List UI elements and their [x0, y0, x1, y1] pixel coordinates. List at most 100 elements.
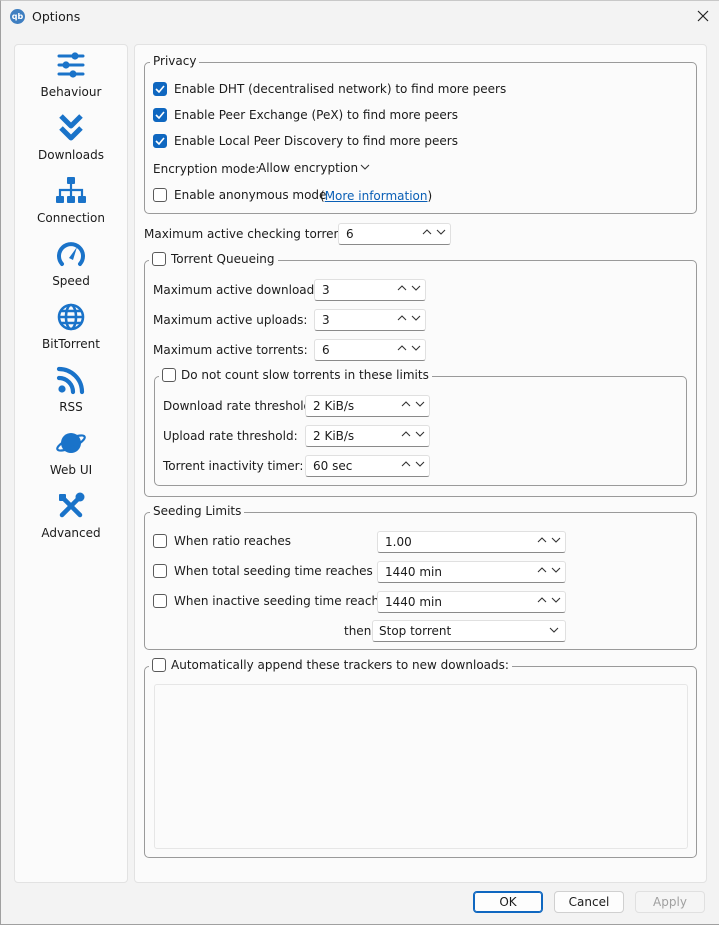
sidebar-item-label: Web UI [49, 463, 93, 477]
then-action-select[interactable]: Stop torrent [372, 620, 566, 642]
trackers-textarea[interactable] [154, 684, 688, 849]
max-checking-label: Maximum active checking torrents: [144, 227, 357, 241]
more-information-link[interactable]: More information [325, 189, 428, 203]
chevron-down-icon[interactable] [411, 345, 421, 351]
encryption-mode-value: Allow encryption [258, 161, 359, 175]
more-info-close-paren: ) [427, 189, 433, 203]
chevron-down-icon[interactable] [415, 401, 425, 407]
chevron-down-icon[interactable] [551, 597, 561, 603]
sidebar-item-connection[interactable]: Connection [15, 174, 127, 236]
chevron-up-icon[interactable] [422, 229, 432, 235]
ok-button[interactable]: OK [473, 891, 543, 913]
cancel-button[interactable]: Cancel [554, 891, 624, 913]
upload-threshold-value: 2 KiB/s [313, 429, 355, 443]
then-label: then [344, 624, 372, 638]
trackers-title-row[interactable]: Automatically append these trackers to n… [149, 658, 512, 672]
ratio-spinbox[interactable]: 1.00 [377, 531, 566, 553]
chevron-down-icon[interactable] [551, 567, 561, 573]
network-icon [56, 177, 86, 203]
chevron-up-icon[interactable] [397, 315, 407, 321]
encryption-mode-select[interactable]: Allow encryption [252, 158, 376, 180]
slow-torrents-title-row[interactable]: Do not count slow torrents in these limi… [159, 368, 432, 382]
lpd-label: Enable Local Peer Discovery to find more… [174, 134, 458, 148]
chevron-down-icon[interactable] [436, 229, 446, 235]
max-torrents-value: 6 [322, 343, 330, 357]
chevron-down-icon[interactable] [415, 461, 425, 467]
tools-icon [59, 492, 85, 518]
sidebar-item-webui[interactable]: Web UI [15, 426, 127, 488]
chevron-up-icon[interactable] [537, 537, 547, 543]
pex-checkbox-row[interactable]: Enable Peer Exchange (PeX) to find more … [153, 108, 458, 122]
chevron-up-icon[interactable] [537, 597, 547, 603]
max-torrents-spinbox[interactable]: 6 [314, 339, 426, 361]
double-chevron-down-icon [59, 114, 83, 141]
options-window: qb Options Behaviour Downloads Connectio… [0, 0, 719, 925]
dht-label: Enable DHT (decentralised network) to fi… [174, 82, 507, 96]
slow-torrents-title: Do not count slow torrents in these limi… [181, 368, 429, 382]
max-checking-spinbox[interactable]: 6 [338, 223, 451, 245]
chevron-up-icon[interactable] [401, 461, 411, 467]
category-sidebar: Behaviour Downloads Connection Speed Bit… [14, 44, 128, 883]
inactive-seeding-checkbox-row[interactable]: When inactive seeding time reaches [153, 594, 393, 608]
ratio-value: 1.00 [385, 535, 412, 549]
sidebar-item-behaviour[interactable]: Behaviour [15, 48, 127, 110]
download-threshold-spinbox[interactable]: 2 KiB/s [305, 395, 430, 417]
chevron-down-icon [360, 164, 370, 170]
seeding-limits-title: Seeding Limits [150, 504, 245, 518]
max-torrents-label: Maximum active torrents: [153, 343, 308, 357]
dht-checkbox-row[interactable]: Enable DHT (decentralised network) to fi… [153, 82, 506, 96]
slow-torrents-checkbox[interactable] [162, 368, 176, 382]
trackers-label: Automatically append these trackers to n… [171, 658, 509, 672]
chevron-down-icon[interactable] [415, 431, 425, 437]
lpd-checkbox[interactable] [153, 134, 167, 148]
total-seeding-checkbox-row[interactable]: When total seeding time reaches [153, 564, 373, 578]
chevron-up-icon[interactable] [401, 431, 411, 437]
chevron-up-icon[interactable] [397, 345, 407, 351]
total-seeding-spinbox[interactable]: 1440 min [377, 561, 566, 583]
sliders-icon [57, 52, 85, 78]
max-downloads-spinbox[interactable]: 3 [314, 279, 426, 301]
sidebar-item-rss[interactable]: RSS [15, 363, 127, 425]
download-threshold-label: Download rate threshold: [163, 399, 316, 413]
chevron-down-icon[interactable] [411, 315, 421, 321]
upload-threshold-spinbox[interactable]: 2 KiB/s [305, 425, 430, 447]
pex-label: Enable Peer Exchange (PeX) to find more … [174, 108, 458, 122]
upload-threshold-label: Upload rate threshold: [163, 429, 298, 443]
max-uploads-spinbox[interactable]: 3 [314, 309, 426, 331]
chevron-up-icon[interactable] [397, 285, 407, 291]
chevron-down-icon[interactable] [551, 537, 561, 543]
then-action-value: Stop torrent [379, 624, 452, 638]
sidebar-item-label: RSS [59, 400, 83, 414]
checkmark-icon [155, 111, 165, 119]
chevron-down-icon[interactable] [411, 285, 421, 291]
total-seeding-checkbox[interactable] [153, 564, 167, 578]
queueing-title-row[interactable]: Torrent Queueing [149, 252, 278, 266]
queueing-checkbox[interactable] [152, 252, 166, 266]
pex-checkbox[interactable] [153, 108, 167, 122]
apply-button[interactable]: Apply [635, 891, 705, 913]
inactivity-timer-label: Torrent inactivity timer: [163, 459, 304, 473]
checkmark-icon [155, 137, 165, 145]
max-checking-value: 6 [346, 227, 354, 241]
anonymous-checkbox-row[interactable]: Enable anonymous mode [153, 188, 326, 202]
inactive-seeding-spinbox[interactable]: 1440 min [377, 591, 566, 613]
sidebar-item-downloads[interactable]: Downloads [15, 111, 127, 173]
anonymous-checkbox[interactable] [153, 188, 167, 202]
ratio-checkbox[interactable] [153, 534, 167, 548]
sidebar-item-label: Connection [37, 211, 105, 225]
sidebar-item-label: Downloads [38, 148, 104, 162]
inactive-seeding-checkbox[interactable] [153, 594, 167, 608]
gauge-icon [57, 242, 85, 266]
lpd-checkbox-row[interactable]: Enable Local Peer Discovery to find more… [153, 134, 458, 148]
chevron-up-icon[interactable] [537, 567, 547, 573]
inactivity-timer-spinbox[interactable]: 60 sec [305, 455, 430, 477]
ratio-checkbox-row[interactable]: When ratio reaches [153, 534, 291, 548]
planet-icon [56, 433, 86, 453]
chevron-up-icon[interactable] [401, 401, 411, 407]
close-button[interactable] [691, 4, 715, 28]
dht-checkbox[interactable] [153, 82, 167, 96]
sidebar-item-advanced[interactable]: Advanced [15, 489, 127, 551]
sidebar-item-speed[interactable]: Speed [15, 237, 127, 299]
sidebar-item-bittorrent[interactable]: BitTorrent [15, 300, 127, 362]
trackers-checkbox[interactable] [152, 658, 166, 672]
